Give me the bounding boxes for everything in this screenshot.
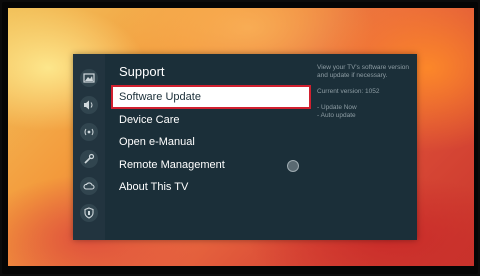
info-options: - Update Now - Auto update xyxy=(317,104,413,120)
general-icon[interactable] xyxy=(80,150,98,168)
menu-item-open-e-manual[interactable]: Open e-Manual xyxy=(113,132,309,152)
menu-item-remote-management[interactable]: Remote Management xyxy=(113,155,309,175)
picture-icon[interactable] xyxy=(80,69,98,87)
menu-item-about-this-tv[interactable]: About This TV xyxy=(113,177,309,197)
menu-item-label: Device Care xyxy=(119,114,180,126)
remote-management-toggle[interactable] xyxy=(287,160,299,172)
info-panel: View your TV's software version and upda… xyxy=(317,64,413,120)
shield-icon[interactable] xyxy=(80,204,98,222)
menu-item-device-care[interactable]: Device Care xyxy=(113,110,309,130)
info-option: - Update Now xyxy=(317,104,357,111)
panel-title: Support xyxy=(119,64,165,79)
settings-menu: Support Software Update Device Care Open… xyxy=(73,54,417,240)
sound-icon[interactable] xyxy=(80,96,98,114)
info-option: - Auto update xyxy=(317,112,356,119)
menu-item-label: About This TV xyxy=(119,181,189,193)
menu-item-label: Open e-Manual xyxy=(119,136,195,148)
broadcast-icon[interactable] xyxy=(80,123,98,141)
tv-frame: Support Software Update Device Care Open… xyxy=(2,2,478,274)
tv-screen: Support Software Update Device Care Open… xyxy=(8,8,474,266)
menu-item-label: Software Update xyxy=(119,91,201,103)
info-description: View your TV's software version and upda… xyxy=(317,64,410,79)
menu-item-label: Remote Management xyxy=(119,159,225,171)
cloud-icon[interactable] xyxy=(80,177,98,195)
info-version: Current version: 1052 xyxy=(317,88,380,95)
support-panel: Support Software Update Device Care Open… xyxy=(105,54,311,240)
settings-icon-rail xyxy=(73,54,105,240)
menu-item-software-update[interactable]: Software Update xyxy=(111,85,311,109)
